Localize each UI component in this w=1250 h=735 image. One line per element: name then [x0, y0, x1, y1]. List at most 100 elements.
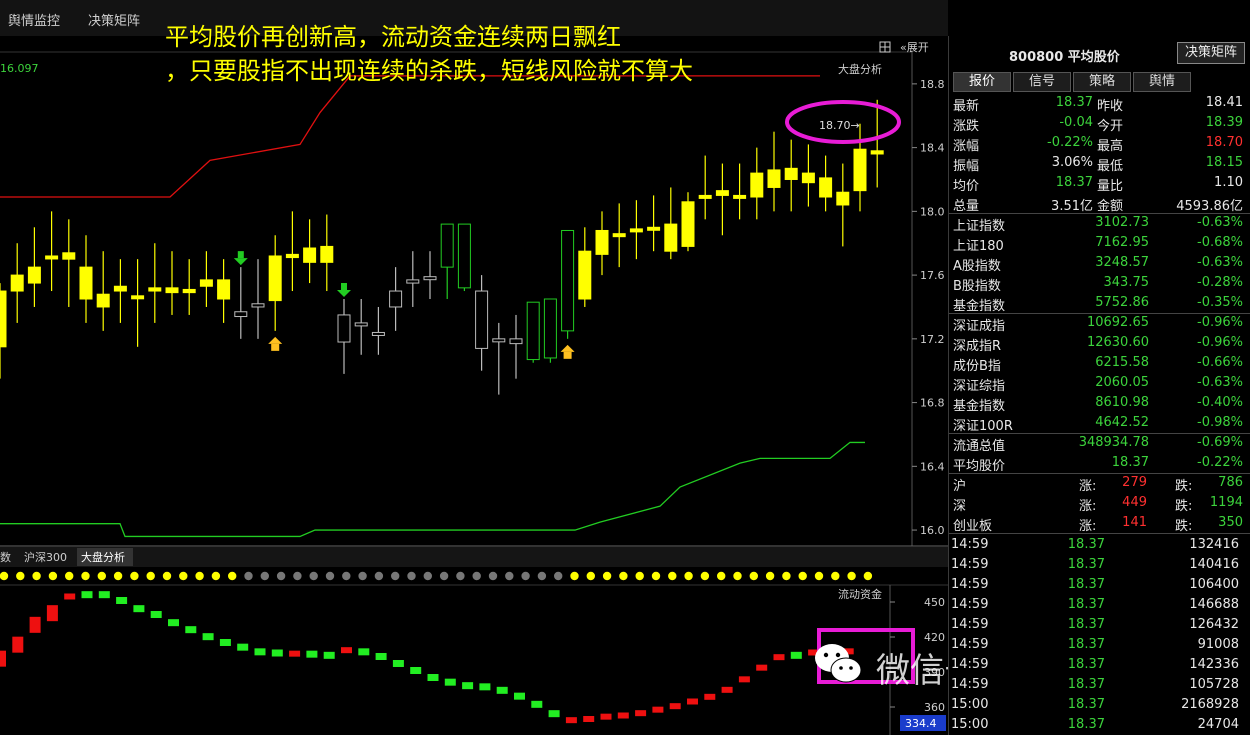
- bottom-tab-index[interactable]: 数: [0, 551, 11, 564]
- quote-label: 最高: [1097, 139, 1124, 154]
- down-label: 跌:: [1175, 499, 1193, 514]
- tick-price: 18.37: [1067, 657, 1105, 672]
- wechat-icon: [810, 636, 866, 692]
- expand-button[interactable]: «展开: [900, 41, 929, 54]
- flow-bar: [12, 636, 24, 653]
- tick-price: 18.37: [1067, 557, 1105, 572]
- tab-signal[interactable]: 信号: [1013, 72, 1071, 92]
- flow-bar: [81, 591, 93, 599]
- quote-value: -0.22%: [1047, 135, 1093, 150]
- candle: [543, 298, 557, 363]
- down-count: 350: [1218, 515, 1243, 530]
- tick-time: 14:59: [951, 557, 989, 572]
- tab-strategy[interactable]: 策略: [1073, 72, 1131, 92]
- index-change: -0.68%: [1197, 235, 1243, 250]
- index-name[interactable]: 深证成指: [953, 315, 1005, 334]
- signal-dot: [48, 571, 58, 581]
- index-name[interactable]: 平均股价: [953, 455, 1005, 474]
- annotation-line2: ，只要股指不出现连续的杀跌，短线风险就不算大: [165, 57, 693, 85]
- flow-bar: [237, 643, 249, 651]
- index-change: -0.66%: [1197, 355, 1243, 370]
- candle: [561, 229, 575, 339]
- index-name[interactable]: 成份B指: [953, 355, 1001, 374]
- flow-bar: [462, 682, 474, 690]
- flow-bar: [635, 710, 647, 717]
- breadth-market: 创业板: [953, 519, 993, 534]
- decision-matrix-button[interactable]: 决策矩阵: [1177, 42, 1245, 64]
- flow-current-value: 334.4: [905, 717, 937, 730]
- index-value: 2060.05: [1095, 375, 1149, 390]
- signal-dot: [32, 571, 41, 581]
- axis-tick-label: 16.0: [920, 524, 945, 537]
- breadth-market: 沪: [953, 479, 967, 494]
- index-value: 8610.98: [1095, 395, 1149, 410]
- signal-dot: [195, 571, 204, 581]
- chart-area[interactable]: 18.818.418.017.617.216.816.416.0 16.097 …: [0, 36, 948, 735]
- tab-quote[interactable]: 报价: [953, 72, 1011, 92]
- index-name[interactable]: 深证100R: [953, 415, 1013, 434]
- tick-price: 18.37: [1067, 577, 1105, 592]
- flow-bar: [219, 639, 231, 646]
- index-name[interactable]: 深证综指: [953, 375, 1005, 394]
- index-name[interactable]: 基金指数: [953, 295, 1005, 314]
- flow-bar: [738, 676, 750, 683]
- signal-dot: [684, 571, 693, 581]
- flow-bar: [150, 611, 162, 618]
- flow-bar: [427, 674, 439, 681]
- quote-row: 总量 3.51亿 金额 4593.86亿: [949, 193, 1250, 214]
- signal-dot: [586, 571, 595, 581]
- flow-bar: [64, 593, 76, 600]
- index-value: 348934.78: [1078, 435, 1149, 450]
- signal-dot: [488, 571, 498, 581]
- index-change: -0.63%: [1197, 375, 1243, 390]
- flow-bar: [0, 650, 6, 667]
- tick-volume: 146688: [1189, 597, 1239, 612]
- breadth-row: 深 涨: 449 跌: 1194: [949, 493, 1250, 514]
- index-row: 深成指R 12630.60 -0.96%: [949, 333, 1250, 354]
- tick-price: 18.37: [1067, 697, 1105, 712]
- index-name[interactable]: 深成指R: [953, 335, 1001, 354]
- signal-dot: [162, 571, 172, 581]
- signal-dot: [765, 571, 775, 581]
- index-name[interactable]: A股指数: [953, 255, 1001, 274]
- tick-time: 15:00: [951, 697, 989, 712]
- axis-tick-label: 16.8: [920, 397, 945, 410]
- tick-price: 18.37: [1067, 677, 1105, 692]
- quote-value: 18.37: [1055, 175, 1093, 190]
- quote-row: 涨跌 -0.04 今开 18.39: [949, 113, 1250, 134]
- quote-label: 最新: [953, 99, 980, 114]
- tick-volume: 24704: [1197, 717, 1239, 732]
- index-name[interactable]: 流通总值: [953, 435, 1005, 454]
- flow-bar: [185, 626, 197, 634]
- quote-label: 涨跌: [953, 119, 980, 134]
- up-label: 涨:: [1079, 519, 1097, 534]
- quote-value: 18.37: [1055, 95, 1093, 110]
- index-value: 5752.86: [1095, 295, 1149, 310]
- chart-value-label: 16.097: [0, 62, 39, 75]
- signal-dot: [472, 571, 481, 581]
- index-name[interactable]: 上证指数: [953, 215, 1005, 234]
- bottom-tab-csi300[interactable]: 沪深300: [24, 550, 67, 564]
- index-change: -0.98%: [1197, 415, 1243, 430]
- tick-volume: 140416: [1189, 557, 1239, 572]
- annotation-line1: 平均股价再创新高，流动资金连续两日飘红: [165, 23, 621, 51]
- flow-bar: [600, 713, 612, 720]
- flow-bar: [617, 712, 629, 719]
- tick-row: 14:59 18.37 142336: [949, 655, 1250, 675]
- signal-dot: [0, 571, 9, 581]
- tab-sentiment[interactable]: 舆情: [1133, 72, 1191, 92]
- flow-bar: [704, 693, 716, 700]
- bottom-tab-market-analysis[interactable]: 大盘分析: [81, 550, 125, 564]
- flow-bar: [652, 706, 664, 713]
- tab-decision-matrix[interactable]: 决策矩阵: [88, 10, 140, 29]
- tab-sentiment-monitor[interactable]: 舆情监控: [8, 10, 60, 29]
- index-name[interactable]: 基金指数: [953, 395, 1005, 414]
- index-name[interactable]: 上证180: [953, 235, 1004, 254]
- tick-price: 18.37: [1067, 597, 1105, 612]
- index-value: 12630.60: [1086, 335, 1149, 350]
- signal-dot: [749, 571, 758, 581]
- index-value: 10692.65: [1086, 315, 1149, 330]
- tick-row: 14:59 18.37 132416: [949, 535, 1250, 555]
- tick-row: 15:00 18.37 24704: [949, 715, 1250, 735]
- index-name[interactable]: B股指数: [953, 275, 1001, 294]
